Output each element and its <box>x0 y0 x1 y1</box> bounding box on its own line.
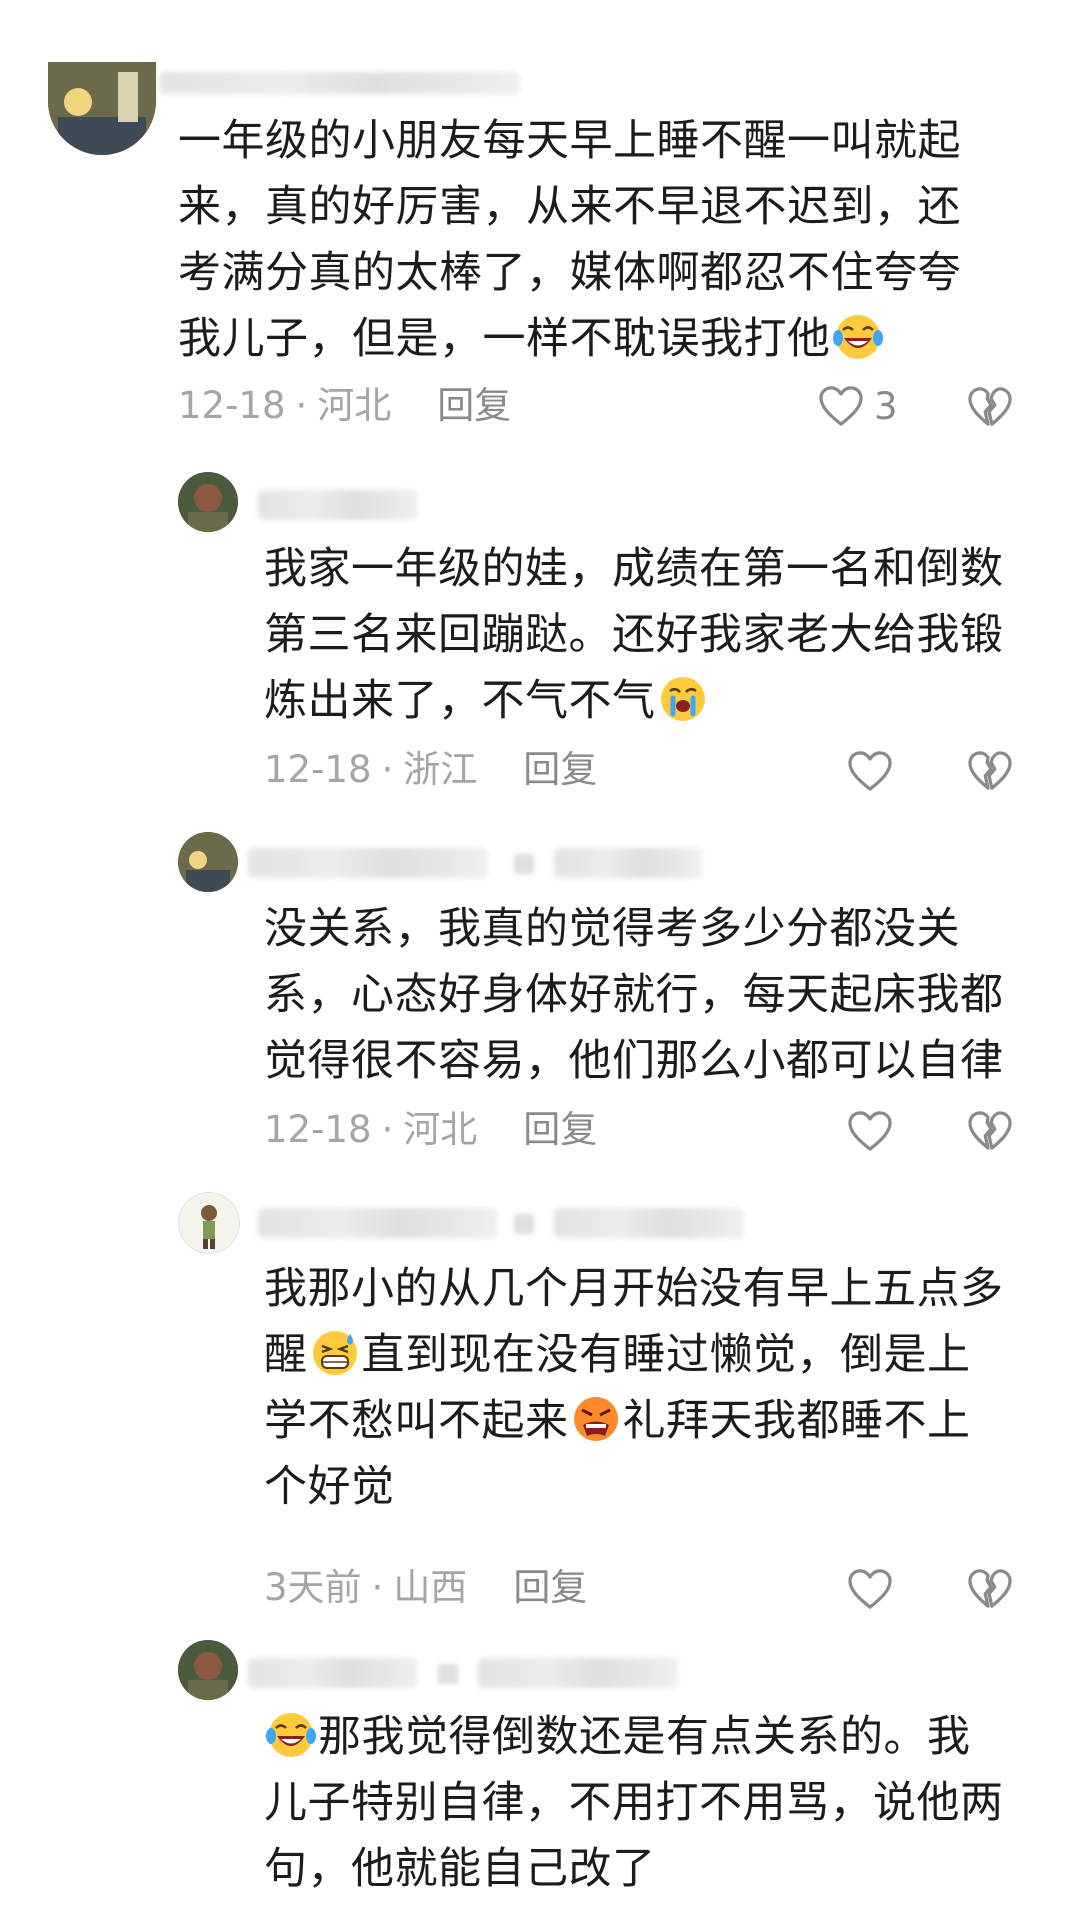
comment-location: 河北 <box>317 384 392 427</box>
heart-outline-icon <box>818 385 864 427</box>
comment-location: 山西 <box>393 1566 468 1609</box>
comment-date: 3天前 <box>264 1566 362 1609</box>
grimace-sweat-emoji <box>310 1328 360 1378</box>
name-separator <box>514 1214 534 1234</box>
comment-meta: 12-18 · 河北 回复 <box>264 1108 598 1151</box>
reply-button[interactable]: 回复 <box>523 1108 597 1151</box>
comment-date: 12-18 <box>264 748 372 791</box>
heart-outline-icon <box>847 1568 893 1610</box>
laugh-cry-emoji <box>266 1710 316 1760</box>
angry-emoji <box>571 1394 621 1444</box>
name-separator <box>438 1664 458 1684</box>
dislike-button[interactable] <box>967 750 1013 792</box>
comment-location: 河北 <box>403 1108 478 1151</box>
like-button[interactable] <box>847 1106 893 1156</box>
like-button[interactable] <box>847 1564 893 1614</box>
heart-outline-icon <box>847 750 893 792</box>
reply-button[interactable]: 回复 <box>513 1566 587 1609</box>
username-blurred[interactable] <box>258 1208 498 1238</box>
dislike-button[interactable] <box>967 1110 1013 1152</box>
comment-text: 我家一年级的娃，成绩在第一名和倒数 第三名来回蹦跶。还好我家老大给我锻 炼出来了… <box>264 544 1004 726</box>
heart-outline-icon <box>847 1110 893 1152</box>
username-blurred[interactable] <box>248 848 488 878</box>
avatar[interactable] <box>178 472 238 532</box>
comment-date: 12-18 <box>178 384 286 427</box>
comment-2: 我家一年级的娃，成绩在第一名和倒数 第三名来回蹦跶。还好我家老大给我锻 炼出来了… <box>0 460 1080 820</box>
comment-meta: 3天前 · 山西 回复 <box>264 1566 588 1609</box>
like-count: 3 <box>874 384 898 428</box>
laugh-cry-emoji <box>833 312 883 362</box>
comment-5: 那我觉得倒数还是有点关系的。我 儿子特别自律，不用打不用骂，说他两 句，他就能自… <box>0 1640 1080 1917</box>
like-button[interactable]: 3 <box>818 381 898 431</box>
name-separator <box>514 854 534 874</box>
avatar[interactable] <box>178 1192 240 1254</box>
broken-heart-icon <box>967 1568 1013 1610</box>
comment-1: 一年级的小朋友每天早上睡不醒一叫就起 来，真的好厉害，从来不早退不迟到，还 考满… <box>0 0 1080 460</box>
avatar[interactable] <box>48 62 156 155</box>
username-blurred[interactable] <box>554 1208 744 1238</box>
avatar[interactable] <box>178 1640 238 1700</box>
dislike-button[interactable] <box>967 386 1013 428</box>
like-button[interactable] <box>847 746 893 796</box>
comment-3: 没关系，我真的觉得考多少分都没关 系，心态好身体好就行，每天起床我都 觉得很不容… <box>0 820 1080 1180</box>
comment-meta: 12-18 · 浙江 回复 <box>264 748 598 791</box>
broken-heart-icon <box>967 1110 1013 1152</box>
comment-date: 12-18 <box>264 1108 372 1151</box>
comment-4: 我那小的从几个月开始没有早上五点多 醒直到现在没有睡过懒觉，倒是上 学不愁叫不起… <box>0 1180 1080 1600</box>
comment-meta: 12-18 · 河北 回复 <box>178 384 512 427</box>
comment-text: 一年级的小朋友每天早上睡不醒一叫就起 来，真的好厉害，从来不早退不迟到，还 考满… <box>178 116 961 364</box>
broken-heart-icon <box>967 386 1013 428</box>
crying-emoji <box>658 674 708 724</box>
reply-button[interactable]: 回复 <box>523 748 597 791</box>
avatar[interactable] <box>178 832 238 892</box>
username-blurred[interactable] <box>160 72 520 94</box>
comment-text: 我那小的从几个月开始没有早上五点多 醒直到现在没有睡过懒觉，倒是上 学不愁叫不起… <box>264 1264 1004 1512</box>
username-blurred[interactable] <box>478 1658 678 1688</box>
comment-text: 那我觉得倒数还是有点关系的。我 儿子特别自律，不用打不用骂，说他两 句，他就能自… <box>264 1710 1004 1894</box>
reply-button[interactable]: 回复 <box>437 384 511 427</box>
comment-text: 没关系，我真的觉得考多少分都没关 系，心态好身体好就行，每天起床我都 觉得很不容… <box>264 904 1004 1086</box>
dislike-button[interactable] <box>967 1568 1013 1610</box>
comment-location: 浙江 <box>403 748 478 791</box>
username-blurred[interactable] <box>248 1658 418 1688</box>
broken-heart-icon <box>967 750 1013 792</box>
username-blurred[interactable] <box>554 848 702 878</box>
username-blurred[interactable] <box>258 490 418 520</box>
